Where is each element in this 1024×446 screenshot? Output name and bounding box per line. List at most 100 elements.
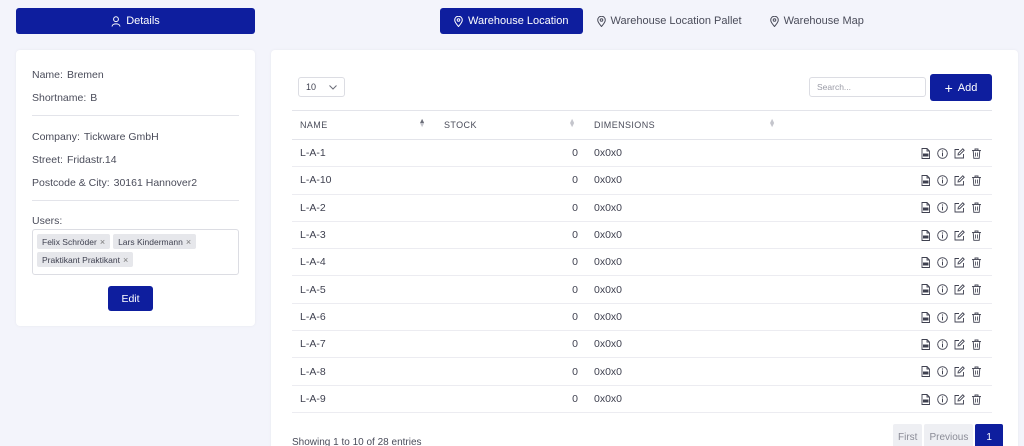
edit-icon[interactable]	[954, 202, 965, 213]
first-page-button[interactable]: First	[893, 424, 923, 446]
pdf-icon[interactable]	[920, 257, 931, 268]
info-icon[interactable]	[937, 257, 948, 268]
table-row: L-A-6 0 0x0x0	[292, 303, 992, 332]
cell-name: L-A-7	[292, 330, 436, 359]
trash-icon[interactable]	[971, 394, 982, 405]
remove-tag-icon[interactable]: ×	[123, 255, 128, 265]
trash-icon[interactable]	[971, 366, 982, 377]
info-icon[interactable]	[937, 311, 948, 323]
cell-stock: 0	[436, 194, 586, 222]
pdf-icon[interactable]	[920, 175, 931, 187]
table-row: L-A-2 0 0x0x0	[292, 194, 992, 222]
table-row: L-A-8 0 0x0x0	[292, 357, 992, 386]
cell-dimensions: 0x0x0	[586, 275, 786, 304]
postcode-city-value: 30161 Hannover2	[113, 177, 198, 189]
trash-icon[interactable]	[971, 257, 982, 268]
cell-stock: 0	[436, 303, 586, 332]
column-header-dimensions[interactable]: DIMENSIONS ▲ ▼	[586, 110, 786, 140]
edit-icon[interactable]	[954, 393, 965, 405]
divider	[32, 115, 239, 116]
postcode-city-line: Postcode & City: 30161 Hannover2	[32, 177, 198, 189]
pdf-icon[interactable]	[920, 338, 931, 350]
edit-icon[interactable]	[954, 284, 965, 295]
info-icon[interactable]	[937, 284, 948, 296]
table-row: L-A-4 0 0x0x0	[292, 248, 992, 277]
edit-icon[interactable]	[954, 257, 965, 268]
add-button-label: Add	[957, 81, 978, 94]
pdf-icon[interactable]	[920, 284, 931, 296]
company-line: Company: Tickware GmbH	[32, 131, 159, 143]
trash-icon[interactable]	[971, 312, 982, 323]
edit-icon[interactable]	[954, 366, 965, 377]
cell-name: L-A-5	[292, 275, 436, 304]
divider	[32, 200, 239, 201]
table-header-row: NAME ▲ ▼ STOCK ▲ ▼ DIMENSIONS ▲ ▼	[292, 110, 992, 140]
cell-stock: 0	[436, 357, 586, 386]
cell-actions	[786, 166, 992, 195]
entries-info: Showing 1 to 10 of 28 entries	[292, 437, 422, 446]
company-value: Tickware GmbH	[83, 131, 159, 143]
users-multiselect[interactable]: Felix Schröder × Lars Kindermann × Prakt…	[32, 229, 239, 275]
info-icon[interactable]	[937, 393, 948, 405]
cell-actions	[786, 357, 992, 386]
edit-icon[interactable]	[954, 229, 965, 241]
tab-warehouse-location-pallet[interactable]: Warehouse Location Pallet	[583, 8, 756, 34]
cell-name: L-A-4	[292, 248, 436, 277]
tab-warehouse-map[interactable]: Warehouse Map	[756, 8, 878, 34]
info-icon[interactable]	[937, 229, 948, 241]
cell-name: L-A-6	[292, 303, 436, 332]
edit-icon[interactable]	[954, 148, 965, 159]
column-header-name[interactable]: NAME ▲ ▼	[292, 110, 436, 140]
street-line: Street: Fridastr.14	[32, 154, 117, 166]
trash-icon[interactable]	[971, 230, 982, 241]
cell-actions	[786, 385, 992, 413]
user-tag: Praktikant Praktikant ×	[37, 252, 134, 267]
trash-icon[interactable]	[971, 284, 982, 296]
info-icon[interactable]	[937, 366, 948, 377]
sort-icon: ▲ ▼	[568, 118, 576, 130]
pdf-icon[interactable]	[920, 366, 931, 378]
edit-icon[interactable]	[954, 175, 965, 186]
cell-dimensions: 0x0x0	[586, 221, 786, 250]
pdf-icon[interactable]	[920, 202, 931, 214]
cell-actions	[786, 139, 992, 168]
trash-icon[interactable]	[971, 148, 982, 159]
pdf-icon[interactable]	[920, 147, 931, 159]
remove-tag-icon[interactable]: ×	[100, 237, 105, 247]
page-size-select[interactable]: 10	[298, 77, 345, 97]
info-icon[interactable]	[937, 202, 948, 214]
details-button[interactable]: Details	[16, 8, 255, 34]
search-input[interactable]	[809, 77, 926, 97]
cell-actions	[786, 194, 992, 222]
trash-icon[interactable]	[971, 339, 982, 350]
pdf-icon[interactable]	[920, 311, 931, 323]
cell-name: L-A-2	[292, 194, 436, 222]
info-icon[interactable]	[937, 175, 948, 186]
pagination: First Previous 1	[893, 424, 1003, 446]
info-icon[interactable]	[937, 339, 948, 350]
trash-icon[interactable]	[971, 202, 982, 214]
edit-icon[interactable]	[954, 311, 965, 323]
shortname-line: Shortname: B	[32, 92, 98, 104]
tab-label: Warehouse Map	[783, 15, 864, 27]
edit-icon[interactable]	[954, 339, 965, 350]
previous-page-button[interactable]: Previous	[924, 424, 974, 446]
tab-label: Warehouse Location Pallet	[610, 15, 742, 27]
location-pin-icon	[454, 15, 463, 27]
remove-tag-icon[interactable]: ×	[186, 237, 191, 247]
table-row: L-A-3 0 0x0x0	[292, 221, 992, 250]
pdf-icon[interactable]	[920, 393, 931, 405]
tab-warehouse-location[interactable]: Warehouse Location	[440, 8, 583, 34]
trash-icon[interactable]	[971, 175, 982, 186]
cell-dimensions: 0x0x0	[586, 385, 786, 413]
edit-button[interactable]: Edit	[108, 286, 153, 311]
pdf-icon[interactable]	[920, 229, 931, 241]
sort-icon: ▲ ▼	[418, 118, 426, 130]
cell-name: L-A-9	[292, 385, 436, 413]
cell-name: L-A-8	[292, 357, 436, 386]
page-button-current[interactable]: 1	[975, 424, 1003, 446]
info-icon[interactable]	[937, 148, 948, 159]
column-header-stock[interactable]: STOCK ▲ ▼	[436, 110, 586, 140]
add-button[interactable]: + Add	[930, 74, 992, 101]
cell-actions	[786, 303, 992, 332]
